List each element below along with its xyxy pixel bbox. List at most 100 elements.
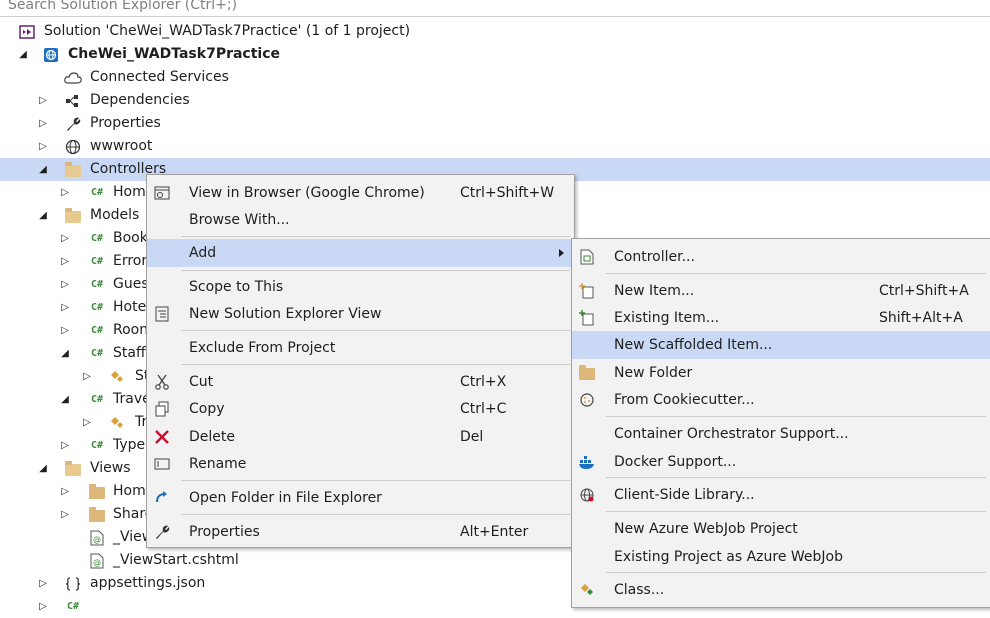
add-submenu: Controller... New Item... Ctrl+Shift+A E… [571, 238, 990, 608]
collapsed-arrow-icon[interactable]: ▷ [58, 273, 72, 296]
new-item-icon [578, 282, 596, 300]
collapsed-arrow-icon[interactable]: ▷ [58, 181, 72, 204]
csharp-icon: C# [90, 302, 104, 313]
submenu-item-docker-support[interactable]: Docker Support... [572, 448, 990, 476]
menu-item-properties[interactable]: Properties Alt+Enter [147, 518, 574, 546]
csharp-icon: C# [90, 394, 104, 405]
tree-row-properties[interactable]: ▷ Properties [0, 112, 990, 135]
tree-label: Connected Services [90, 69, 229, 85]
menu-item-label: View in Browser (Google Chrome) [189, 185, 425, 201]
context-menu: View in Browser (Google Chrome) Ctrl+Shi… [146, 174, 575, 548]
collapsed-arrow-icon[interactable]: ▷ [58, 296, 72, 319]
menu-item-view-in-browser[interactable]: View in Browser (Google Chrome) Ctrl+Shi… [147, 179, 574, 207]
menu-item-label: New Item... [614, 283, 695, 299]
menu-separator [606, 572, 986, 573]
csharp-icon: C# [66, 601, 80, 612]
tree-row-solution[interactable]: Solution 'CheWei_WADTask7Practice' (1 of… [0, 20, 990, 43]
menu-item-label: New Azure WebJob Project [614, 521, 798, 537]
menu-separator [606, 273, 986, 274]
collapsed-arrow-icon[interactable]: ▷ [36, 112, 50, 135]
menu-item-new-solution-explorer-view[interactable]: New Solution Explorer View [147, 300, 574, 328]
submenu-item-existing-item[interactable]: Existing Item... Shift+Alt+A [572, 304, 990, 332]
collapsed-arrow-icon[interactable]: ▷ [58, 319, 72, 342]
tree-label: Solution 'CheWei_WADTask7Practice' (1 of… [44, 23, 411, 39]
collapsed-arrow-icon[interactable]: ▷ [80, 411, 94, 434]
submenu-item-new-folder[interactable]: New Folder [572, 359, 990, 387]
submenu-item-new-item[interactable]: New Item... Ctrl+Shift+A [572, 277, 990, 305]
tree-row-wwwroot[interactable]: ▷ wwwroot [0, 135, 990, 158]
menu-item-label: Scope to This [189, 279, 284, 295]
menu-item-label: Controller... [614, 249, 695, 265]
globe-icon [64, 138, 82, 155]
submenu-item-new-azure-webjob[interactable]: New Azure WebJob Project [572, 515, 990, 543]
csharp-icon: C# [90, 440, 104, 451]
delete-x-icon [153, 428, 171, 446]
menu-separator [606, 511, 986, 512]
menu-item-open-folder[interactable]: Open Folder in File Explorer [147, 484, 574, 512]
submenu-item-existing-azure-webjob[interactable]: Existing Project as Azure WebJob [572, 543, 990, 571]
menu-item-browse-with[interactable]: Browse With... [147, 206, 574, 234]
menu-separator [606, 477, 986, 478]
expanded-arrow-icon[interactable]: ◢ [36, 158, 50, 181]
submenu-item-client-side-library[interactable]: Client-Side Library... [572, 481, 990, 509]
menu-item-label: Class... [614, 582, 665, 598]
menu-item-label: New Folder [614, 365, 693, 381]
folder-icon [64, 207, 82, 224]
menu-separator [181, 364, 570, 365]
collapsed-arrow-icon[interactable]: ▷ [58, 480, 72, 503]
razor-icon: @ [88, 552, 106, 569]
collapsed-arrow-icon[interactable]: ▷ [36, 89, 50, 112]
menu-item-scope-to-this[interactable]: Scope to This [147, 273, 574, 301]
tree-label: Error [113, 253, 148, 269]
collapsed-arrow-icon[interactable]: ▷ [58, 434, 72, 457]
menu-item-shortcut: Ctrl+Shift+A [879, 283, 969, 299]
submenu-item-from-cookiecutter[interactable]: From Cookiecutter... [572, 386, 990, 414]
menu-item-label: Cut [189, 374, 214, 390]
tree-label: Staff [113, 345, 146, 361]
tree-row-connected-services[interactable]: Connected Services [0, 66, 990, 89]
menu-item-add[interactable]: Add [147, 239, 574, 267]
collapsed-arrow-icon[interactable]: ▷ [36, 572, 50, 595]
menu-item-exclude-from-project[interactable]: Exclude From Project [147, 334, 574, 362]
solution-explorer-view-icon [153, 305, 171, 323]
menu-item-rename[interactable]: Rename [147, 450, 574, 478]
collapsed-arrow-icon[interactable]: ▷ [36, 595, 50, 618]
tree-row-dependencies[interactable]: ▷ Dependencies [0, 89, 990, 112]
collapsed-arrow-icon[interactable]: ▷ [80, 365, 94, 388]
folder-icon [88, 483, 106, 500]
expanded-arrow-icon[interactable]: ◢ [16, 43, 30, 66]
menu-item-label: Existing Item... [614, 310, 720, 326]
search-input[interactable] [8, 0, 908, 15]
menu-item-copy[interactable]: Copy Ctrl+C [147, 395, 574, 423]
dependencies-icon [64, 92, 82, 109]
submenu-item-class[interactable]: Class... [572, 576, 990, 604]
menu-separator [181, 514, 570, 515]
expanded-arrow-icon[interactable]: ◢ [36, 457, 50, 480]
menu-item-shortcut: Ctrl+C [460, 401, 507, 417]
expanded-arrow-icon[interactable]: ◢ [58, 388, 72, 411]
tree-label: Hom [113, 184, 146, 200]
expanded-arrow-icon[interactable]: ◢ [36, 204, 50, 227]
menu-item-shortcut: Ctrl+Shift+W [460, 185, 555, 201]
tree-label: Hote [113, 299, 147, 315]
json-icon [64, 575, 82, 592]
expanded-arrow-icon[interactable]: ◢ [58, 342, 72, 365]
menu-item-delete[interactable]: Delete Del [147, 423, 574, 451]
collapsed-arrow-icon[interactable]: ▷ [58, 503, 72, 526]
collapsed-arrow-icon[interactable]: ▷ [58, 250, 72, 273]
solution-icon [18, 23, 36, 40]
csharp-icon: C# [90, 256, 104, 267]
submenu-item-controller[interactable]: Controller... [572, 243, 990, 271]
submenu-item-new-scaffolded-item[interactable]: New Scaffolded Item... [572, 331, 990, 359]
tree-label: appsettings.json [90, 575, 206, 591]
csharp-icon: C# [90, 348, 104, 359]
tree-row-project[interactable]: ◢ CheWei_WADTask7Practice [0, 43, 990, 66]
collapsed-arrow-icon[interactable]: ▷ [58, 227, 72, 250]
menu-item-cut[interactable]: Cut Ctrl+X [147, 368, 574, 396]
submenu-item-container-orchestrator[interactable]: Container Orchestrator Support... [572, 420, 990, 448]
menu-item-label: Existing Project as Azure WebJob [614, 549, 843, 565]
wrench-icon [153, 523, 171, 541]
tree-label: Properties [90, 115, 161, 131]
class-icon [578, 581, 596, 599]
collapsed-arrow-icon[interactable]: ▷ [36, 135, 50, 158]
